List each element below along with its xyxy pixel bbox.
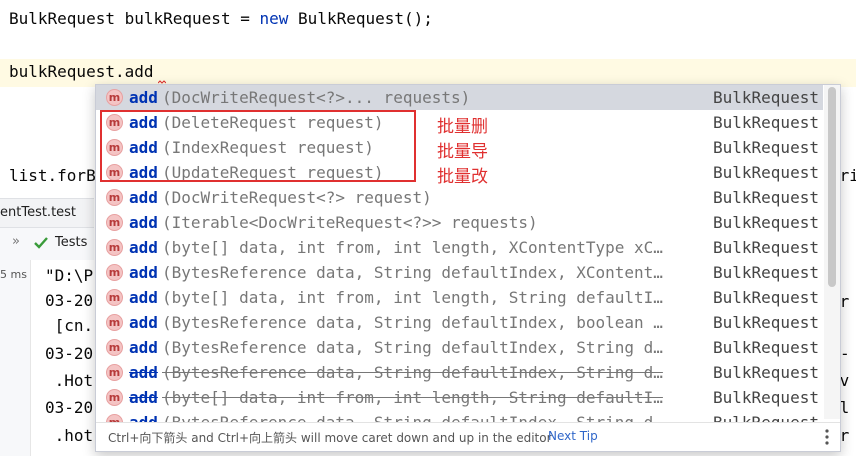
return-type: BulkRequest xyxy=(713,113,819,132)
run-toolbar: » Tests xyxy=(0,228,94,260)
completion-item[interactable]: m add (byte[] data, int from, int length, … xyxy=(96,385,823,410)
console-line: .Hot xyxy=(45,371,94,390)
method-name: add xyxy=(129,213,158,232)
annotation-label: 批量改 xyxy=(437,167,488,187)
return-type: BulkRequest xyxy=(713,338,819,357)
method-params: (BytesReference data, String defaultInde… xyxy=(162,363,663,382)
code-token: BulkRequest(); xyxy=(298,9,433,28)
method-name: add xyxy=(129,363,158,382)
popup-scrollbar[interactable] xyxy=(824,85,840,419)
method-name: add xyxy=(129,263,158,282)
method-icon: m xyxy=(106,239,123,256)
popup-footer: Ctrl+向下箭头 and Ctrl+向上箭头 will move caret … xyxy=(96,422,840,451)
annotation-highlight-box xyxy=(100,110,416,182)
return-type: BulkRequest xyxy=(713,163,819,182)
method-name: add xyxy=(129,188,158,207)
method-icon: m xyxy=(106,364,123,381)
tests-label[interactable]: Tests xyxy=(55,235,87,250)
method-params: (BytesReference data, String defaultInde… xyxy=(162,338,663,357)
completion-item[interactable]: madd(BytesReference data, String default… xyxy=(96,310,823,335)
method-params: (DocWriteRequest<?> request) xyxy=(162,188,432,207)
method-params: (DocWriteRequest<?>... requests) xyxy=(162,88,471,107)
console-line: 03-20 xyxy=(45,291,94,310)
method-icon: m xyxy=(106,314,123,331)
method-icon: m xyxy=(106,289,123,306)
method-name: add xyxy=(129,313,158,332)
method-params: (BytesReference data, String defaultInde… xyxy=(162,313,663,332)
code-line-2: bulkRequest.add xyxy=(9,62,154,81)
code-token: = xyxy=(240,9,250,28)
footer-hint-text: Ctrl+向下箭头 and Ctrl+向上箭头 will move caret … xyxy=(108,431,552,445)
console-overflow-text: - xyxy=(840,344,850,363)
method-name: add xyxy=(129,288,158,307)
code-token: BulkRequest xyxy=(9,9,115,28)
method-icon: m xyxy=(106,389,123,406)
return-type: BulkRequest xyxy=(713,188,819,207)
console-line: .hot xyxy=(45,426,94,445)
code-keyword: new xyxy=(259,9,289,28)
test-duration: 5 ms xyxy=(0,268,27,281)
method-icon: m xyxy=(106,214,123,231)
method-icon: m xyxy=(106,339,123,356)
popup-scrollbar-thumb[interactable] xyxy=(828,87,836,287)
next-tip-link[interactable]: Next Tip xyxy=(548,429,598,443)
return-type: BulkRequest xyxy=(713,388,819,407)
completion-item[interactable]: m add (byte[] data, int from, int length, … xyxy=(96,235,823,260)
method-icon: m xyxy=(106,264,123,281)
method-name: add xyxy=(129,388,158,407)
completion-item[interactable]: m add (byte[] data, int from, int length, … xyxy=(96,285,823,310)
completion-item[interactable]: madd(BytesReference data, String default… xyxy=(96,360,823,385)
editor-tab-bar: entTest.test xyxy=(0,198,94,228)
method-name: add xyxy=(129,338,158,357)
method-params: (byte[] data, int from, int length, XCon… xyxy=(162,238,663,257)
return-type: BulkRequest xyxy=(713,363,819,382)
method-name: add xyxy=(129,238,158,257)
completion-item[interactable]: m add (DocWriteRequest<?>... requests) Bulk… xyxy=(96,85,823,110)
completion-item[interactable]: m add (Iterable<DocWriteRequest<?>> reques… xyxy=(96,210,823,235)
method-name: add xyxy=(129,88,158,107)
annotation-label: 批量删 xyxy=(437,117,488,137)
method-params: (BytesReference data, String defaultInde… xyxy=(162,263,663,282)
console-line: [cn. xyxy=(45,316,94,335)
chevron-right-icon[interactable]: » xyxy=(12,234,20,249)
code-line-1: BulkRequest bulkRequest = new BulkReques… xyxy=(9,6,433,32)
method-params: (byte[] data, int from, int length, Stri… xyxy=(162,388,663,407)
method-params: (Iterable<DocWriteRequest<?>> requests) xyxy=(162,213,538,232)
console-line: 03-20 xyxy=(45,344,94,363)
return-type: BulkRequest xyxy=(713,138,819,157)
run-gutter: 5 ms xyxy=(0,260,31,456)
check-icon xyxy=(34,237,48,249)
return-type: BulkRequest xyxy=(713,238,819,257)
console-line: "D:\P xyxy=(45,266,94,285)
return-type: BulkRequest xyxy=(713,313,819,332)
completion-item[interactable]: madd(BytesReference data, String default… xyxy=(96,260,823,285)
return-type: BulkRequest xyxy=(713,288,819,307)
code-token: bulkRequest xyxy=(124,9,231,28)
console-line: 03-20 xyxy=(45,398,94,417)
completion-item[interactable]: madd(BytesReference data, String default… xyxy=(96,335,823,360)
method-icon: m xyxy=(106,89,123,106)
completion-item[interactable]: m add (DocWriteRequest<?> request) BulkRequ… xyxy=(96,185,823,210)
more-options-icon[interactable] xyxy=(824,428,830,446)
method-icon: m xyxy=(106,189,123,206)
tab-test-file[interactable]: entTest.test xyxy=(0,205,76,220)
return-type: BulkRequest xyxy=(713,263,819,282)
code-line-3: list.forB xyxy=(9,166,96,185)
return-type: BulkRequest xyxy=(713,88,819,107)
return-type: BulkRequest xyxy=(713,213,819,232)
method-params: (byte[] data, int from, int length, Stri… xyxy=(162,288,663,307)
annotation-label: 批量导 xyxy=(437,142,488,162)
